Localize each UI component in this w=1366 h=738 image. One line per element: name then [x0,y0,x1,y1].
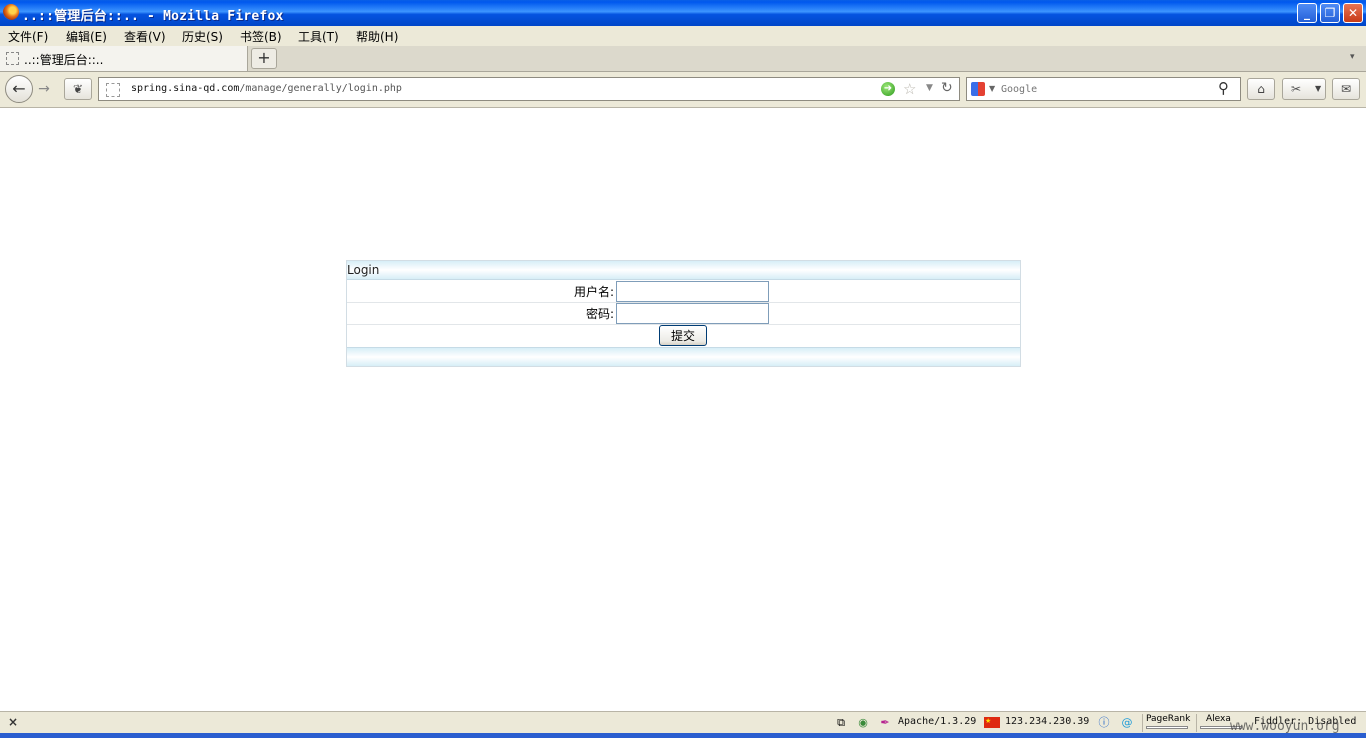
pagerank-label: PageRank [1146,714,1191,724]
login-footer [347,348,1020,366]
globe-icon[interactable]: ◉ [856,716,870,730]
close-window-button[interactable]: ✕ [1343,3,1363,23]
addon-icon: ❦ [72,82,84,96]
status-bar: × ⧉ ◉ ✒ Apache/1.3.29 ★ 123.234.230.39 ⓘ… [0,711,1366,734]
menu-bar: 文件(F) 编辑(E) 查看(V) 历史(S) 书签(B) 工具(T) 帮助(H… [0,26,1366,46]
restore-button[interactable]: ❐ [1320,3,1340,23]
window-titlebar: ..::管理后台::.. - Mozilla Firefox _ ❐ ✕ [0,0,1366,26]
menu-bookmarks[interactable]: 书签(B) [240,28,282,45]
watermark: www.wooyun.org [1230,719,1340,734]
home-button[interactable]: ⌂ [1247,78,1275,100]
menu-tools[interactable]: 工具(T) [298,28,339,45]
page-favicon-icon [6,52,19,65]
url-path: /manage/generally/login.php [239,83,402,94]
mail-icon: ✉ [1340,82,1352,96]
country-flag-icon: ★ [984,717,1000,728]
search-magnifier-icon[interactable]: ⚲ [1218,79,1229,97]
search-engine-dropdown-icon[interactable]: ▼ [989,84,995,93]
page-content: Login 用户名: 密码: 提交 [0,108,1366,711]
close-findbar-icon[interactable]: × [8,715,18,729]
go-arrow-icon[interactable]: ➜ [881,82,895,96]
username-label: 用户名: [573,285,614,299]
password-input[interactable] [616,303,769,324]
navigation-toolbar: ← → ❦ spring.sina-qd.com/manage/generall… [0,72,1366,108]
search-bar: ▼ ⚲ [966,77,1241,101]
addon-button[interactable]: ❦ [64,78,92,100]
taskbar-edge [0,733,1366,738]
site-identity-icon[interactable] [106,83,120,97]
extension-icon: ✂ [1291,82,1302,96]
login-title: Login [347,263,380,277]
submit-button[interactable]: 提交 [659,325,707,346]
screen-capture-icon[interactable]: ⧉ [834,716,848,730]
tab-active[interactable]: ..::管理后台::.. [0,46,248,71]
pagerank-bar [1146,726,1188,729]
back-button[interactable]: ← [5,75,33,103]
url-history-dropdown-icon[interactable]: ▼ [926,83,933,93]
menu-view[interactable]: 查看(V) [124,28,166,45]
info-icon[interactable]: ⓘ [1097,716,1111,730]
password-label: 密码: [585,307,614,321]
url-host: spring.sina-qd.com [131,83,240,94]
submit-row: 提交 [347,324,1020,348]
server-info: Apache/1.3.29 [898,716,977,727]
password-row: 密码: [347,302,1020,325]
url-text[interactable]: spring.sina-qd.com/manage/generally/logi… [131,83,402,94]
search-engine-icon[interactable] [971,82,985,96]
menu-edit[interactable]: 编辑(E) [66,28,107,45]
minimize-button[interactable]: _ [1297,3,1317,23]
pagerank-widget[interactable]: PageRank [1142,714,1193,732]
ip-address: 123.234.230.39 [1005,716,1090,727]
mail-button[interactable]: ✉ [1332,78,1360,100]
url-bar[interactable]: spring.sina-qd.com/manage/generally/logi… [98,77,960,101]
toolbar-extension-button[interactable]: ✂ ▼ [1282,78,1326,100]
username-row: 用户名: [347,280,1020,303]
at-sign-icon[interactable]: @ [1120,716,1134,730]
bookmark-star-icon[interactable]: ☆ [903,80,916,98]
alexa-label: Alexa [1206,714,1231,724]
extension-dropdown-icon[interactable]: ▼ [1315,84,1321,93]
tab-list-chevron-icon[interactable]: ▾ [1350,52,1355,62]
menu-help[interactable]: 帮助(H) [356,28,398,45]
username-input[interactable] [616,281,769,302]
search-input[interactable] [1001,80,1213,98]
reload-icon[interactable]: ↻ [941,80,953,96]
tab-label: ..::管理后台::.. [24,53,104,67]
login-header: Login [347,261,1020,280]
menu-history[interactable]: 历史(S) [182,28,223,45]
menu-file[interactable]: 文件(F) [8,28,48,45]
home-icon: ⌂ [1257,82,1265,96]
feather-icon[interactable]: ✒ [878,716,892,730]
firefox-icon [3,4,19,20]
login-form: Login 用户名: 密码: 提交 [346,260,1021,367]
window-title: ..::管理后台::.. - Mozilla Firefox [22,9,284,24]
tab-strip: ..::管理后台::.. + ▾ [0,46,1366,72]
new-tab-button[interactable]: + [251,48,277,69]
forward-button[interactable]: → [35,80,53,98]
